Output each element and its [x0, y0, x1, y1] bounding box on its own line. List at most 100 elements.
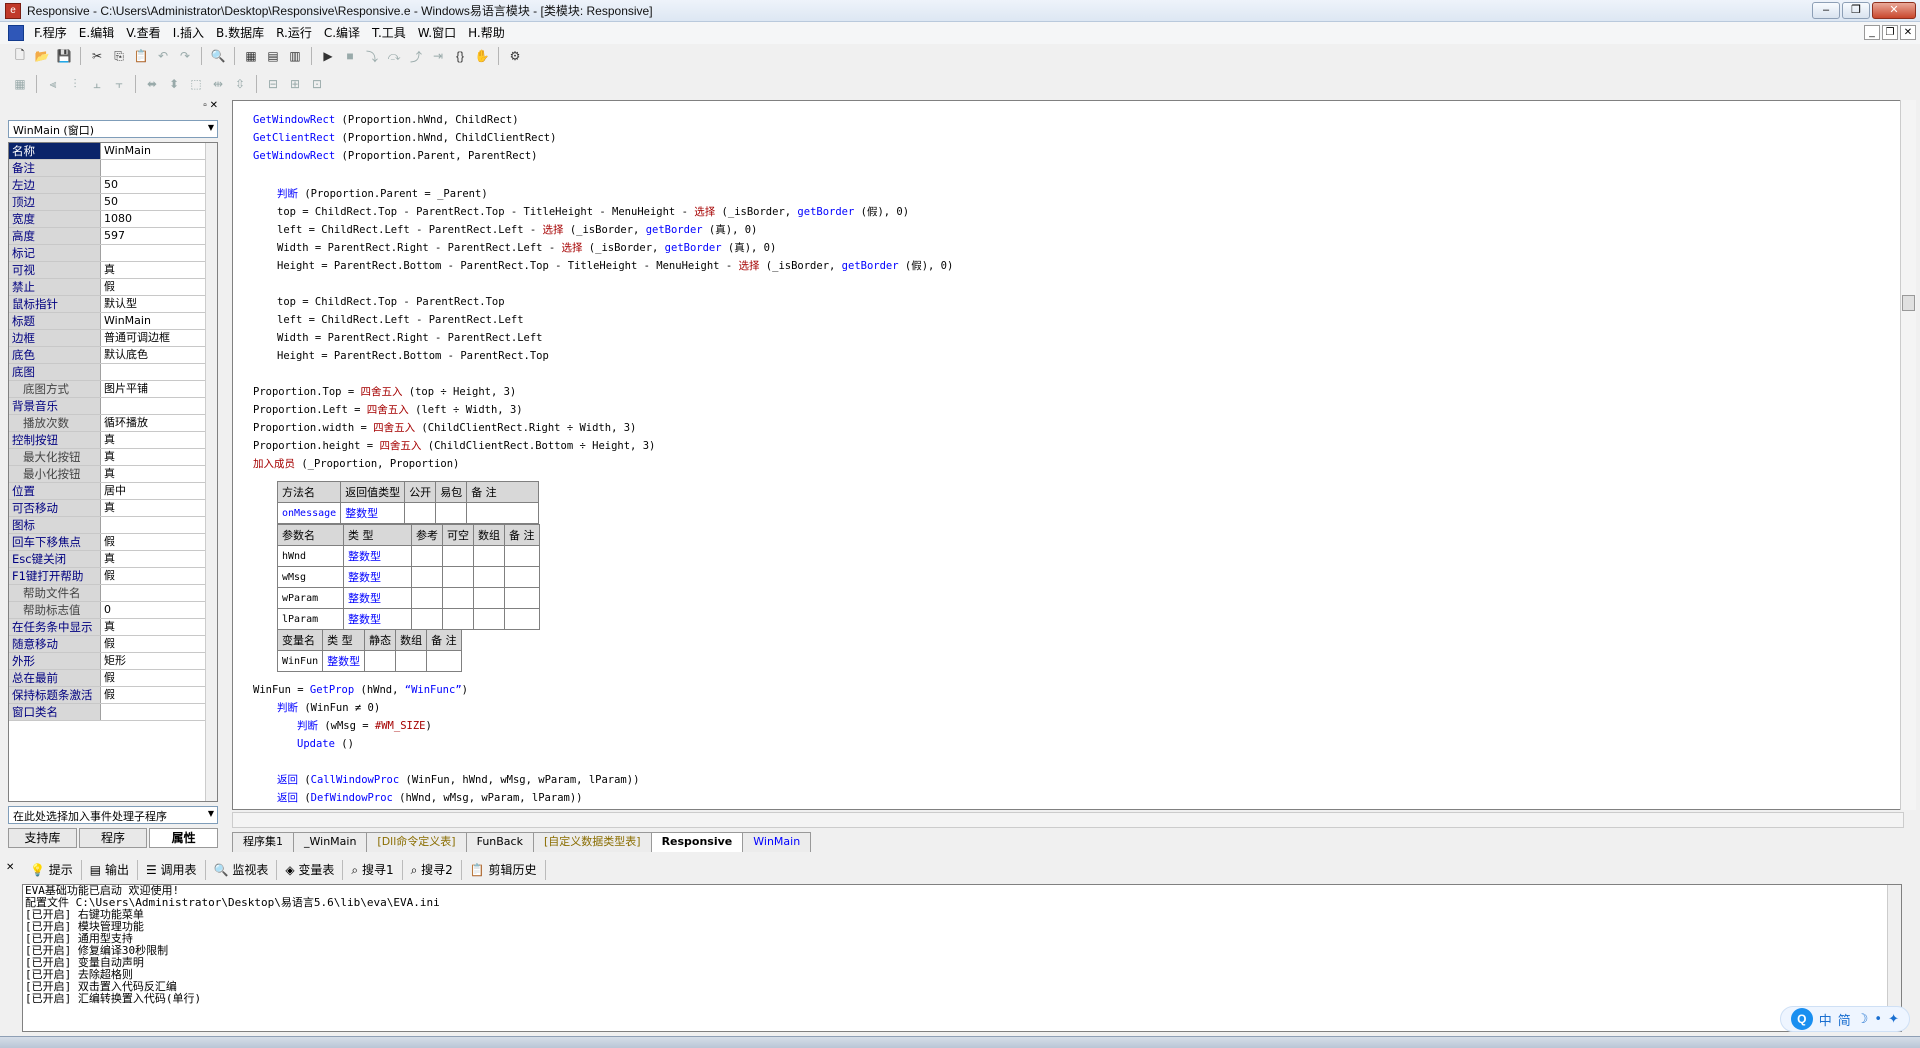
editor-horizontal-scrollbar[interactable]	[232, 812, 1904, 828]
param-cell[interactable]	[411, 608, 443, 630]
param-type[interactable]: 整数型	[343, 545, 412, 567]
minimize-button[interactable]: –	[1812, 2, 1840, 19]
center-h-icon[interactable]: ⊟	[263, 74, 283, 94]
code-line[interactable]: left = ChildRect.Left - ParentRect.Left	[277, 311, 524, 329]
param-name[interactable]: lParam	[277, 608, 344, 630]
method-cell[interactable]	[404, 502, 437, 524]
output-text-area[interactable]: EVA基础功能已启动 欢迎使用! 配置文件 C:\Users\Administra…	[22, 884, 1902, 1032]
property-value[interactable]: WinMain	[101, 313, 217, 329]
code-line[interactable]: GetWindowRect (Proportion.hWnd, ChildRec…	[253, 111, 519, 129]
hand-icon[interactable]: ✋	[472, 46, 492, 66]
code-line[interactable]: GetWindowRect (Proportion.Parent, Parent…	[253, 147, 537, 165]
panel-close-icon[interactable]: ▫ ✕	[203, 100, 218, 111]
code-line[interactable]: top = ChildRect.Top - ParentRect.Top - T…	[277, 203, 909, 221]
var-name[interactable]: WinFun	[276, 650, 324, 672]
property-row[interactable]: 最小化按钮真	[9, 466, 217, 483]
tab-properties[interactable]: 属性	[149, 828, 219, 848]
property-value[interactable]: 普通可调边框	[101, 330, 217, 346]
menu-tools[interactable]: T.工具	[366, 22, 412, 44]
property-value[interactable]: 真	[101, 619, 217, 635]
property-value[interactable]	[101, 585, 217, 601]
menu-help[interactable]: H.帮助	[462, 22, 511, 44]
code-line[interactable]: 判断 (wMsg = #WM_SIZE)	[297, 717, 432, 735]
step-icon[interactable]: ⤵	[362, 46, 382, 66]
property-value[interactable]	[101, 160, 217, 176]
code-line[interactable]: Width = ParentRect.Right - ParentRect.Le…	[277, 239, 776, 257]
property-value[interactable]	[101, 245, 217, 261]
param-name[interactable]: wParam	[277, 587, 344, 609]
tab-hint[interactable]: 💡 提示	[22, 860, 82, 880]
param-cell[interactable]	[473, 545, 505, 567]
code-line[interactable]: GetClientRect (Proportion.hWnd, ChildCli…	[253, 129, 556, 147]
property-value[interactable]: 0	[101, 602, 217, 618]
property-value[interactable]: 50	[101, 177, 217, 193]
param-cell[interactable]	[473, 587, 505, 609]
find-icon[interactable]: 🔍	[208, 46, 228, 66]
property-row[interactable]: 底图	[9, 364, 217, 381]
redo-icon[interactable]: ↷	[175, 46, 195, 66]
doc-tab[interactable]: 程序集1	[232, 832, 294, 852]
property-row[interactable]: 左边 50	[9, 177, 217, 194]
save-icon[interactable]: 💾	[54, 46, 74, 66]
space-v-icon[interactable]: ⇳	[230, 74, 250, 94]
align-bottom-icon[interactable]: ⫟	[109, 74, 129, 94]
tab-variables[interactable]: ◈ 变量表	[277, 860, 344, 880]
property-value[interactable]	[101, 364, 217, 380]
tab-order-icon[interactable]: ⊡	[307, 74, 327, 94]
property-row[interactable]: 位置 居中	[9, 483, 217, 500]
var-cell[interactable]	[364, 650, 397, 672]
doc-tab[interactable]: _WinMain	[293, 832, 368, 852]
property-row[interactable]: 可视真	[9, 262, 217, 279]
property-value[interactable]	[101, 398, 217, 414]
ime-charset[interactable]: 简	[1838, 1010, 1851, 1029]
menu-database[interactable]: B.数据库	[210, 22, 270, 44]
code-line[interactable]: Proportion.width = 四舍五入 (ChildClientRect…	[253, 419, 636, 437]
step-out-icon[interactable]: ⤴	[406, 46, 426, 66]
property-value[interactable]: 50	[101, 194, 217, 210]
property-value[interactable]: 假	[101, 534, 217, 550]
tab-watch[interactable]: 🔍 监视表	[206, 860, 278, 880]
step-over-icon[interactable]: ⤼	[384, 46, 404, 66]
panel-layout-icon[interactable]: ▥	[285, 46, 305, 66]
property-row[interactable]: Esc键关闭真	[9, 551, 217, 568]
var-cell[interactable]	[395, 650, 428, 672]
property-row[interactable]: F1键打开帮助假	[9, 568, 217, 585]
menu-run[interactable]: R.运行	[270, 22, 318, 44]
property-row[interactable]: 帮助标志值 0	[9, 602, 217, 619]
align-center-icon[interactable]: ⫶	[65, 74, 85, 94]
space-h-icon[interactable]: ⇹	[208, 74, 228, 94]
method-return-type[interactable]: 整数型	[340, 502, 406, 524]
param-cell[interactable]	[442, 587, 474, 609]
property-value[interactable]: 循环播放	[101, 415, 217, 431]
mdi-minimize-button[interactable]: _	[1864, 25, 1880, 40]
menu-view[interactable]: V.查看	[120, 22, 166, 44]
property-row[interactable]: 标题 WinMain	[9, 313, 217, 330]
code-line[interactable]: Proportion.Left = 四舍五入 (left ÷ Width, 3)	[253, 401, 523, 419]
align-left-icon[interactable]: ⫷	[43, 74, 63, 94]
property-value[interactable]: 真	[101, 449, 217, 465]
mdi-restore-button[interactable]: ❐	[1882, 25, 1898, 40]
object-selector[interactable]: WinMain (窗口)	[8, 120, 218, 138]
property-row[interactable]: 保持标题条激活假	[9, 687, 217, 704]
param-cell[interactable]	[442, 545, 474, 567]
tab-support-library[interactable]: 支持库	[8, 828, 77, 848]
param-name[interactable]: hWnd	[277, 545, 344, 567]
same-width-icon[interactable]: ⬌	[142, 74, 162, 94]
property-row[interactable]: 回车下移焦点假	[9, 534, 217, 551]
tab-search2[interactable]: ⌕ 搜寻2	[403, 860, 462, 880]
paste-icon[interactable]: 📋	[131, 46, 151, 66]
param-cell[interactable]	[473, 566, 505, 588]
restore-button[interactable]: ❐	[1842, 2, 1870, 19]
method-cell[interactable]	[435, 502, 468, 524]
property-value[interactable]: 假	[101, 568, 217, 584]
code-line[interactable]: top = ChildRect.Top - ParentRect.Top	[277, 293, 505, 311]
property-value[interactable]: 真	[101, 432, 217, 448]
property-row[interactable]: 帮助文件名	[9, 585, 217, 602]
scroll-thumb[interactable]	[1902, 295, 1915, 311]
layout-icon[interactable]: ▦	[241, 46, 261, 66]
code-line[interactable]: 加入成员 (_Proportion, Proportion)	[253, 455, 459, 473]
property-row[interactable]: 顶边 50	[9, 194, 217, 211]
var-cell[interactable]	[426, 650, 462, 672]
center-v-icon[interactable]: ⊞	[285, 74, 305, 94]
code-line[interactable]: Proportion.Top = 四舍五入 (top ÷ Height, 3)	[253, 383, 516, 401]
